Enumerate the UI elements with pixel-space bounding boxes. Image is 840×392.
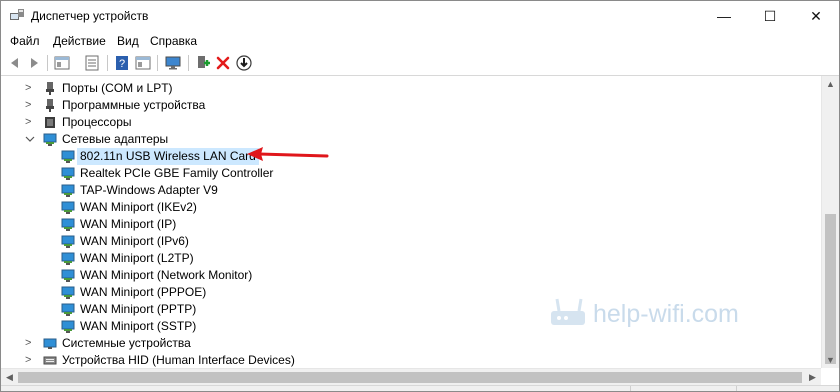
network-adapter-icon [61, 286, 75, 299]
disable-icon[interactable] [235, 54, 253, 72]
tree-item-label: Программные устройства [62, 98, 206, 112]
expand-chevron-icon[interactable]: > [25, 97, 37, 114]
tree-item-label: Realtek PCIe GBE Family Controller [80, 166, 274, 180]
scroll-left-icon[interactable]: ◀ [1, 369, 18, 386]
update-driver-icon[interactable] [194, 54, 212, 72]
tree-item-adapter[interactable]: Realtek PCIe GBE Family Controller [59, 165, 459, 182]
toolbar: ? [1, 51, 839, 76]
toolbar-separator [157, 55, 158, 71]
tree-item-network-adapters[interactable]: Сетевые адаптеры [25, 131, 425, 148]
tree-item-label: Системные устройства [62, 336, 191, 350]
tree-item-adapter[interactable]: WAN Miniport (SSTP) [59, 318, 459, 335]
tree-item-label: Устройства HID (Human Interface Devices) [62, 353, 295, 367]
toolbar-separator [107, 55, 108, 71]
network-adapter-icon [61, 252, 75, 265]
monitor-icon[interactable] [164, 54, 182, 72]
forward-icon[interactable] [25, 54, 43, 72]
cpu-icon [45, 117, 55, 128]
back-icon[interactable] [6, 54, 24, 72]
tree-item-ports[interactable]: > Порты (COM и LPT) [25, 80, 425, 97]
tree-item-label: WAN Miniport (IP) [80, 217, 177, 231]
tree-item-label: Порты (COM и LPT) [62, 81, 173, 95]
tree-item-label: WAN Miniport (SSTP) [80, 319, 197, 333]
system-device-icon [43, 338, 57, 349]
scroll-up-icon[interactable]: ▲ [822, 76, 839, 92]
network-adapter-icon [61, 303, 75, 316]
horizontal-scroll-thumb[interactable] [18, 372, 802, 383]
tree-item-label: WAN Miniport (PPPOE) [80, 285, 207, 299]
tree-item-hid[interactable]: > Устройства HID (Human Interface Device… [25, 352, 425, 368]
close-button[interactable]: ✕ [793, 1, 839, 31]
router-watermark-icon [551, 298, 585, 325]
title-bar: Диспетчер устройств — ☐ ✕ [1, 1, 839, 31]
status-divider [736, 386, 737, 391]
tree-item-adapter[interactable]: TAP-Windows Adapter V9 [59, 182, 459, 199]
network-adapter-icon [61, 201, 75, 214]
expand-chevron-icon[interactable]: > [25, 80, 37, 97]
tree-item-adapter[interactable]: WAN Miniport (Network Monitor) [59, 267, 459, 284]
status-bar [1, 385, 839, 391]
toolbar-separator [47, 55, 48, 71]
scroll-right-icon[interactable]: ▶ [804, 369, 821, 386]
maximize-button[interactable]: ☐ [747, 1, 793, 31]
watermark-text: help-wifi.com [593, 300, 739, 328]
tree-item-system-devices[interactable]: > Системные устройства [25, 335, 425, 352]
menu-help[interactable]: Справка [150, 34, 197, 48]
tree-item-label: WAN Miniport (IKEv2) [80, 200, 197, 214]
network-adapter-icon [61, 184, 75, 197]
tree-item-adapter[interactable]: WAN Miniport (IP) [59, 216, 459, 233]
network-adapter-icon [61, 269, 75, 282]
software-device-icon [46, 99, 54, 112]
tree-item-software-devices[interactable]: > Программные устройства [25, 97, 425, 114]
annotation-arrow-icon [247, 147, 329, 161]
status-divider [630, 386, 631, 391]
menu-action[interactable]: Действие [53, 34, 106, 48]
tree-item-adapter[interactable]: WAN Miniport (IPv6) [59, 233, 459, 250]
menu-view[interactable]: Вид [117, 34, 139, 48]
collapse-chevron-icon[interactable] [25, 130, 37, 153]
device-manager-app-icon [10, 9, 24, 20]
minimize-button[interactable]: — [701, 1, 747, 31]
network-adapter-icon [61, 218, 75, 231]
expand-chevron-icon[interactable]: > [25, 114, 37, 131]
tree-item-processors[interactable]: > Процессоры [25, 114, 425, 131]
show-hide-tree-icon[interactable] [53, 54, 71, 72]
scroll-down-icon[interactable]: ▼ [822, 352, 839, 368]
horizontal-scrollbar[interactable]: ◀ ▶ [1, 368, 821, 386]
svg-text:?: ? [119, 58, 125, 70]
tree-item-adapter[interactable]: WAN Miniport (L2TP) [59, 250, 459, 267]
network-adapter-icon [61, 235, 75, 248]
window-title: Диспетчер устройств [31, 9, 149, 23]
vertical-scroll-thumb[interactable] [825, 214, 836, 364]
expand-chevron-icon[interactable]: > [25, 352, 37, 368]
network-adapter-icon [61, 167, 75, 180]
tree-item-label: Процессоры [62, 115, 132, 129]
tree-item-label: TAP-Windows Adapter V9 [80, 183, 218, 197]
tree-item-label: WAN Miniport (IPv6) [80, 234, 189, 248]
menu-bar: Файл Действие Вид Справка [1, 31, 839, 51]
network-adapter-icon [61, 150, 75, 163]
uninstall-icon[interactable] [214, 54, 232, 72]
view-icon[interactable] [134, 54, 152, 72]
tree-item-label: Сетевые адаптеры [62, 132, 169, 146]
menu-file[interactable]: Файл [10, 34, 40, 48]
vertical-scrollbar[interactable]: ▲ ▼ [821, 76, 839, 368]
expand-chevron-icon[interactable]: > [25, 335, 37, 352]
help-icon[interactable]: ? [113, 54, 131, 72]
tree-item-adapter[interactable]: WAN Miniport (PPTP) [59, 301, 459, 318]
tree-item-label: WAN Miniport (PPTP) [80, 302, 197, 316]
tree-item-label: WAN Miniport (L2TP) [80, 251, 194, 265]
tree-item-adapter[interactable]: WAN Miniport (PPPOE) [59, 284, 459, 301]
network-adapter-icon [61, 320, 75, 333]
toolbar-separator [188, 55, 189, 71]
network-adapter-icon [43, 133, 57, 146]
properties-icon[interactable] [83, 54, 101, 72]
tree-item-label-selected: 802.11n USB Wireless LAN Card [77, 148, 259, 165]
port-icon [46, 82, 54, 95]
hid-icon [43, 356, 57, 365]
device-manager-window: Диспетчер устройств — ☐ ✕ Файл Действие … [0, 0, 840, 392]
tree-item-adapter[interactable]: WAN Miniport (IKEv2) [59, 199, 459, 216]
tree-item-label: WAN Miniport (Network Monitor) [80, 268, 253, 282]
